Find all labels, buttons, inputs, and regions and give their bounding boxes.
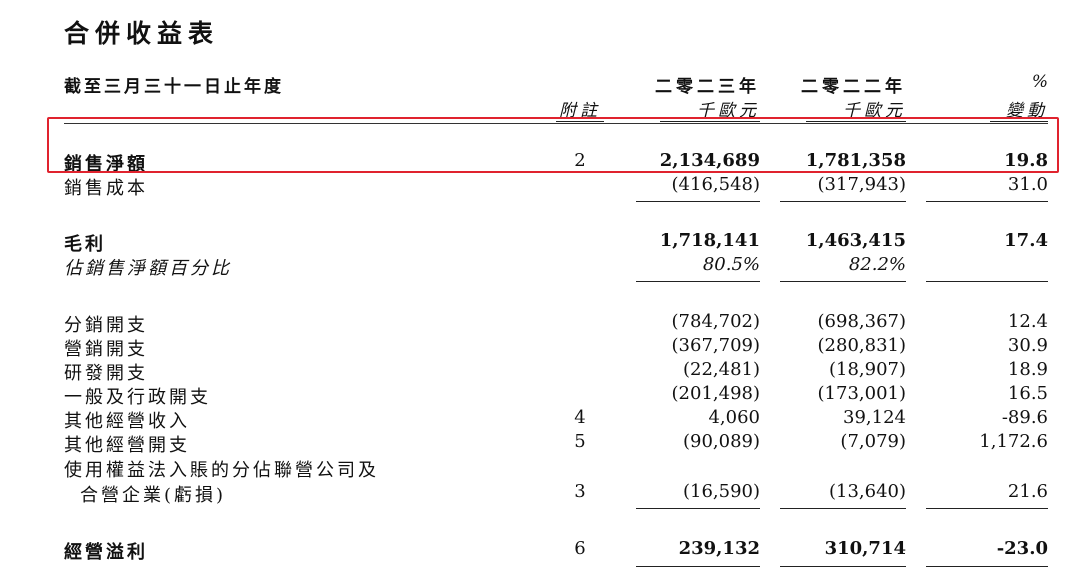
row-value-2022: (280,831) [817,335,906,356]
table-row: 使用權益法入賬的分佔聯營公司及 [0,456,1080,481]
row-change: 17.4 [1004,230,1048,251]
subtotal-rule [780,201,906,202]
row-value-2022: 310,714 [824,538,906,559]
row-note: 6 [574,538,586,559]
row-value-2022: (317,943) [817,174,906,195]
row-change: 31.0 [1007,174,1048,195]
row-value-2022: 1,463,415 [805,230,906,251]
subtotal-rule [780,508,906,509]
row-value-2022: 82.2% [848,254,906,275]
row-value-2023: 4,060 [708,407,760,428]
col-header-2023: 二零二三年 [655,77,760,97]
row-change: 12.4 [1007,311,1048,332]
subtotal-rule [926,201,1048,202]
table-row: 銷售成本 (416,548) (317,943) 31.0 [0,174,1080,199]
subtotal-rule [636,201,760,202]
row-value-2023: (784,702) [671,311,760,332]
row-value-2022: (7,079) [840,431,906,452]
row-value-2023: 80.5% [702,254,760,275]
table-row: 毛利 1,718,141 1,463,415 17.4 [0,230,1080,255]
page-title: 合併收益表 [64,19,220,48]
row-value-2022: (698,367) [817,311,906,332]
row-value-2023: (22,481) [682,359,760,380]
row-value-2023: (416,548) [671,174,760,195]
row-note: 3 [574,481,586,502]
subtotal-rule [926,281,1048,282]
row-value-2022: (173,001) [817,383,906,404]
row-value-2022: (13,640) [828,481,906,502]
row-change: 16.5 [1007,383,1048,404]
row-change: 30.9 [1007,335,1048,356]
row-label: 佔銷售淨額百分比 [64,258,232,279]
row-value-2023: (90,089) [682,431,760,452]
row-change: 1,172.6 [979,431,1048,452]
row-label: 分銷開支 [64,315,148,336]
row-label: 毛利 [64,234,106,255]
row-label: 經營溢利 [64,542,148,563]
row-value-2023: (201,498) [671,383,760,404]
table-row: 佔銷售淨額百分比 80.5% 82.2% [0,254,1080,279]
table-row: 分銷開支 (784,702) (698,367) 12.4 [0,311,1080,336]
row-label: 研發開支 [64,363,148,384]
row-note: 5 [574,431,586,452]
col-header-percent: % [1031,72,1048,92]
row-value-2022: (18,907) [828,359,906,380]
row-change: -89.6 [1001,407,1048,428]
subtotal-rule [636,281,760,282]
table-row: 其他經營收入 4 4,060 39,124 -89.6 [0,407,1080,432]
total-rule [636,566,760,567]
total-rule [926,566,1048,567]
table-row: 合營企業(虧損) 3 (16,590) (13,640) 21.6 [0,481,1080,506]
row-note: 4 [574,407,586,428]
table-row: 研發開支 (22,481) (18,907) 18.9 [0,359,1080,384]
table-row: 一般及行政開支 (201,498) (173,001) 16.5 [0,383,1080,408]
row-label: 使用權益法入賬的分佔聯營公司及 [64,460,379,481]
subtotal-rule [780,281,906,282]
row-label: 其他經營開支 [64,435,190,456]
row-label: 營銷開支 [64,339,148,360]
col-header-2022: 二零二二年 [801,77,906,97]
highlight-box [47,117,1059,173]
row-value-2023: (367,709) [671,335,760,356]
row-change: -23.0 [996,538,1048,559]
row-label: 銷售成本 [64,178,148,199]
row-label: 合營企業(虧損) [80,485,227,506]
row-value-2022: 39,124 [843,407,906,428]
period-header: 截至三月三十一日止年度 [64,77,284,97]
row-label: 其他經營收入 [64,411,190,432]
subtotal-rule [926,508,1048,509]
row-value-2023: 239,132 [678,538,760,559]
row-value-2023: 1,718,141 [659,230,760,251]
total-rule [780,566,906,567]
row-change: 18.9 [1007,359,1048,380]
table-row: 其他經營開支 5 (90,089) (7,079) 1,172.6 [0,431,1080,456]
subtotal-rule [636,508,760,509]
table-row: 營銷開支 (367,709) (280,831) 30.9 [0,335,1080,360]
row-label: 一般及行政開支 [64,387,211,408]
table-row: 經營溢利 6 239,132 310,714 -23.0 [0,538,1080,563]
row-value-2023: (16,590) [682,481,760,502]
row-change: 21.6 [1007,481,1048,502]
